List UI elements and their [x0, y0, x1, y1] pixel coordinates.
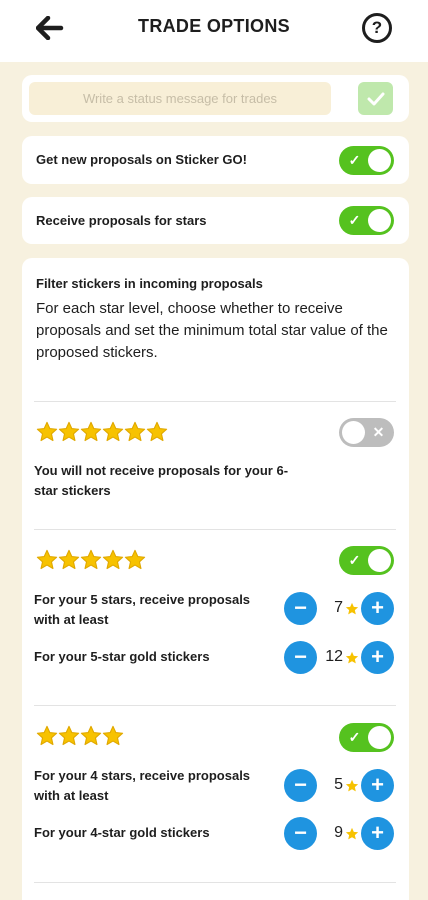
toggle-knob	[368, 149, 391, 172]
decrease-button[interactable]: −	[284, 592, 317, 625]
star-icon	[36, 421, 58, 443]
stepper-value: 12	[321, 647, 359, 669]
confirm-status-button[interactable]	[358, 82, 393, 115]
increase-button[interactable]: +	[361, 592, 394, 625]
star-icon	[102, 421, 124, 443]
increase-button[interactable]: +	[361, 641, 394, 674]
check-icon: ✓	[348, 152, 361, 168]
sticker-go-toggle[interactable]: ✓	[339, 146, 394, 175]
star-icon	[345, 779, 359, 792]
toggle-knob	[342, 421, 365, 444]
star-icon	[80, 549, 102, 571]
divider	[34, 401, 396, 402]
star-icon	[80, 421, 102, 443]
star-icon	[345, 651, 359, 664]
star-icon	[36, 725, 58, 747]
check-icon: ✓	[348, 729, 361, 745]
stepper-value: 7	[321, 598, 359, 620]
toggle-knob	[368, 209, 391, 232]
decrease-button[interactable]: −	[284, 769, 317, 802]
filter-title: Filter stickers in incoming proposals	[36, 276, 263, 291]
help-icon[interactable]: ?	[362, 13, 392, 43]
star-icon	[58, 421, 80, 443]
four-star-rating	[36, 725, 124, 747]
star-icon	[36, 549, 58, 571]
check-icon: ✓	[348, 552, 361, 568]
five-star-toggle[interactable]: ✓	[339, 546, 394, 575]
star-icon	[124, 421, 146, 443]
star-icon	[58, 549, 80, 571]
divider	[34, 882, 396, 883]
status-message-card	[22, 75, 409, 122]
setting-label: Get new proposals on Sticker GO!	[36, 152, 247, 167]
six-star-message: You will not receive proposals for your …	[34, 463, 289, 498]
toggle-knob	[368, 726, 391, 749]
toggle-knob	[368, 549, 391, 572]
increase-button[interactable]: +	[361, 769, 394, 802]
setting-card-sticker-go: Get new proposals on Sticker GO! ✓	[22, 136, 409, 184]
star-icon	[345, 827, 359, 840]
star-icon	[124, 549, 146, 571]
four-star-gold-value: 9	[334, 824, 343, 841]
star-icon	[146, 421, 168, 443]
decrease-button[interactable]: −	[284, 817, 317, 850]
filter-description: For each star level, choose whether to r…	[36, 300, 388, 361]
five-star-rating	[36, 549, 146, 571]
check-icon	[367, 92, 385, 106]
five-star-gold-value: 12	[325, 648, 343, 665]
stepper-value: 9	[321, 823, 359, 845]
setting-label: Receive proposals for stars	[36, 213, 207, 228]
star-icon	[58, 725, 80, 747]
divider	[34, 529, 396, 530]
four-star-toggle[interactable]: ✓	[339, 723, 394, 752]
divider	[34, 705, 396, 706]
five-star-min-label: For your 5 stars, receive proposals with…	[34, 592, 251, 627]
star-icon	[102, 725, 124, 747]
top-bar: TRADE OPTIONS ?	[0, 0, 428, 62]
status-message-input[interactable]	[29, 82, 331, 115]
decrease-button[interactable]: −	[284, 641, 317, 674]
star-icon	[80, 725, 102, 747]
star-icon	[102, 549, 124, 571]
star-icon	[345, 602, 359, 615]
stepper-value: 5	[321, 775, 359, 797]
stars-proposals-toggle[interactable]: ✓	[339, 206, 394, 235]
setting-card-stars: Receive proposals for stars ✓	[22, 197, 409, 244]
close-icon: ✕	[372, 424, 385, 440]
check-icon: ✓	[348, 212, 361, 228]
four-star-min-value: 5	[334, 776, 343, 793]
five-star-min-value: 7	[334, 599, 343, 616]
increase-button[interactable]: +	[361, 817, 394, 850]
four-star-gold-label: For your 4-star gold stickers	[34, 825, 210, 840]
filter-card: Filter stickers in incoming proposals Fo…	[22, 258, 409, 900]
four-star-min-label: For your 4 stars, receive proposals with…	[34, 768, 251, 803]
five-star-gold-label: For your 5-star gold stickers	[34, 649, 210, 664]
six-star-toggle[interactable]: ✕	[339, 418, 394, 447]
six-star-rating	[36, 421, 168, 443]
